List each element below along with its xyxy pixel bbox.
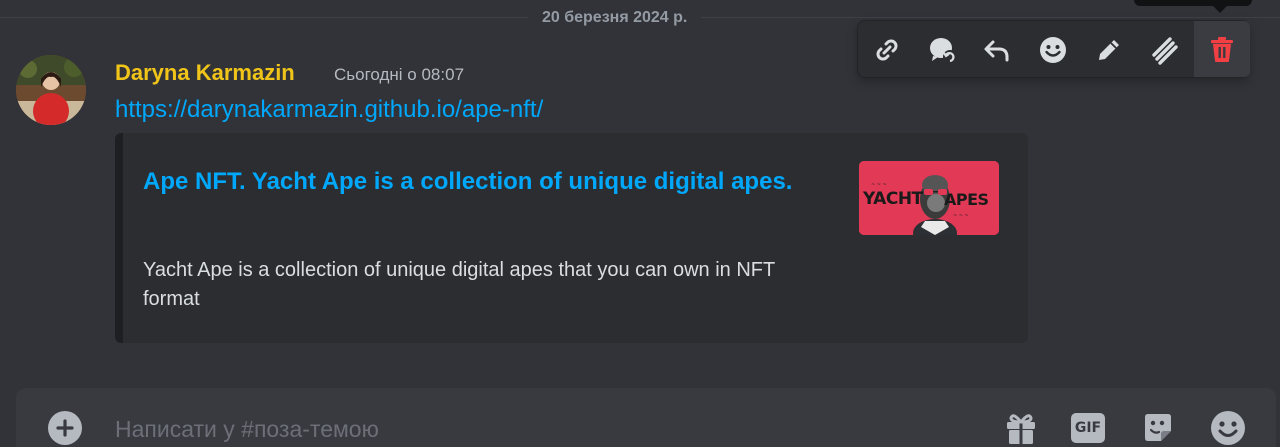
gif-icon: GIF bbox=[1071, 413, 1105, 443]
message-author[interactable]: Daryna Karmazin bbox=[115, 60, 295, 86]
create-thread-button[interactable] bbox=[918, 27, 968, 73]
thumbnail-apes-text: APES bbox=[944, 190, 989, 209]
thumbnail-subcaption: ~ ~ ~ bbox=[953, 213, 969, 219]
embed-thumbnail[interactable]: ~ ~ ~ YACHT APES ~ ~ ~ bbox=[859, 161, 999, 235]
embed-title[interactable]: Ape NFT. Yacht Ape is a collection of un… bbox=[143, 163, 803, 200]
forward-icon bbox=[1152, 37, 1178, 65]
delete-button[interactable] bbox=[1194, 21, 1250, 77]
edit-icon bbox=[1099, 40, 1119, 60]
link-embed: Ape NFT. Yacht Ape is a collection of un… bbox=[115, 133, 1028, 343]
tooltip-arrow bbox=[1213, 6, 1227, 13]
message-input[interactable]: Написати у #поза-темою bbox=[115, 414, 379, 444]
plus-icon bbox=[56, 419, 74, 437]
message-actions-toolbar bbox=[857, 20, 1250, 78]
message-timestamp: Сьогодні о 08:07 bbox=[334, 65, 465, 84]
thumbnail-yacht-text: YACHT bbox=[863, 189, 923, 209]
thumbnail-caption: ~ ~ ~ bbox=[871, 182, 887, 188]
gif-button[interactable]: GIF bbox=[1068, 408, 1108, 447]
reply-icon bbox=[984, 40, 1009, 62]
attach-button[interactable] bbox=[48, 411, 82, 445]
edit-button[interactable] bbox=[1084, 27, 1134, 73]
message-link[interactable]: https://darynakarmazin.github.io/ape-nft… bbox=[115, 95, 543, 125]
avatar[interactable] bbox=[16, 55, 86, 125]
message-composer: Написати у #поза-темою GIF bbox=[16, 388, 1276, 447]
forward-button[interactable] bbox=[1140, 27, 1190, 73]
reply-button[interactable] bbox=[972, 27, 1022, 73]
gift-button[interactable] bbox=[1001, 408, 1041, 447]
delete-icon bbox=[1211, 37, 1233, 62]
sticker-button[interactable] bbox=[1138, 408, 1178, 447]
date-divider: 20 березня 2024 р. bbox=[528, 8, 702, 28]
create-thread-icon bbox=[930, 38, 957, 64]
chat-view: 20 березня 2024 р. Daryna Karmazin Сього… bbox=[0, 0, 1280, 447]
gift-icon bbox=[1007, 414, 1035, 444]
emoji-icon bbox=[1211, 411, 1245, 445]
add-reaction-icon bbox=[1040, 37, 1066, 63]
copy-link-button[interactable] bbox=[862, 27, 912, 73]
emoji-button[interactable] bbox=[1208, 408, 1248, 447]
sticker-icon bbox=[1145, 414, 1171, 441]
embed-description: Yacht Ape is a collection of unique digi… bbox=[143, 259, 775, 310]
copy-link-icon bbox=[876, 39, 898, 61]
tooltip bbox=[1134, 0, 1252, 6]
add-reaction-button[interactable] bbox=[1028, 27, 1078, 73]
